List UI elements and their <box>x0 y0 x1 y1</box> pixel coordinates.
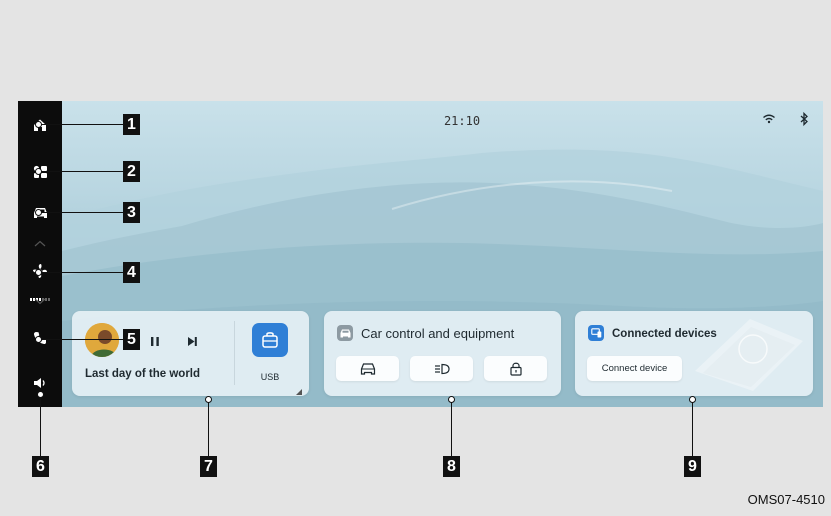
figure-code: OMS07-4510 <box>747 492 825 507</box>
connected-devices-title: Connected devices <box>612 328 717 340</box>
source-label: USB <box>260 372 280 382</box>
usb-source-button[interactable] <box>252 323 288 357</box>
phone-illustration <box>695 319 803 391</box>
connected-devices-card[interactable]: Connected devices Connect device <box>575 311 813 396</box>
leader-line-3 <box>38 212 124 213</box>
leader-dot-7 <box>205 396 212 403</box>
leader-dot-4 <box>35 269 42 276</box>
fan-speed-indicator <box>30 288 50 301</box>
leader-line-7 <box>208 399 209 456</box>
leader-line-8 <box>451 399 452 456</box>
leader-dot-6 <box>37 391 44 398</box>
callout-3: 3 <box>123 202 140 223</box>
leader-line-4 <box>38 272 124 273</box>
lock-icon <box>509 362 522 376</box>
car-control-card-icon <box>337 325 353 341</box>
callout-7: 7 <box>200 456 217 477</box>
leader-line-6 <box>40 394 41 456</box>
pause-icon[interactable] <box>147 333 163 349</box>
connect-device-button[interactable]: Connect device <box>587 356 682 381</box>
leader-line-5 <box>38 339 124 340</box>
media-card[interactable]: Last day of the world USB <box>72 311 309 396</box>
bag-icon <box>262 332 278 348</box>
callout-5: 5 <box>123 329 140 350</box>
wifi-icon[interactable] <box>761 111 777 127</box>
leader-dot-2 <box>35 168 42 175</box>
callout-6: 6 <box>32 456 49 477</box>
leader-dot-8 <box>448 396 455 403</box>
volume-icon[interactable] <box>30 373 50 393</box>
car-status-button[interactable] <box>336 356 399 381</box>
connected-devices-card-icon <box>588 325 604 341</box>
next-track-icon[interactable] <box>184 333 200 349</box>
leader-dot-3 <box>35 209 42 216</box>
callout-8: 8 <box>443 456 460 477</box>
callout-1: 1 <box>123 114 140 135</box>
chevron-up-icon[interactable] <box>30 237 50 249</box>
song-title: Last day of the world <box>85 368 201 380</box>
car-control-card[interactable]: Car control and equipment <box>324 311 561 396</box>
car-icon <box>360 362 375 375</box>
clock: 21:10 <box>443 114 481 128</box>
leader-dot-1 <box>35 121 42 128</box>
lock-button[interactable] <box>484 356 547 381</box>
leader-line-1 <box>38 124 124 125</box>
callout-2: 2 <box>123 161 140 182</box>
card-divider <box>234 321 235 385</box>
headlight-icon <box>434 363 450 374</box>
album-art <box>85 323 119 357</box>
leader-dot-5 <box>35 336 42 343</box>
car-control-title: Car control and equipment <box>361 326 515 341</box>
sidebar <box>18 101 62 407</box>
home-screen: 21:10 Last day of the world USB Car cont… <box>62 101 823 407</box>
callout-4: 4 <box>123 262 140 283</box>
headlight-button[interactable] <box>410 356 473 381</box>
callout-9: 9 <box>684 456 701 477</box>
chevron-down-icon[interactable] <box>30 295 50 307</box>
leader-line-9 <box>692 399 693 456</box>
expand-corner-icon[interactable] <box>296 382 302 395</box>
bluetooth-icon[interactable] <box>796 111 812 127</box>
leader-line-2 <box>38 171 124 172</box>
leader-dot-9 <box>689 396 696 403</box>
infotainment-screen: 21:10 Last day of the world USB Car cont… <box>18 101 823 407</box>
